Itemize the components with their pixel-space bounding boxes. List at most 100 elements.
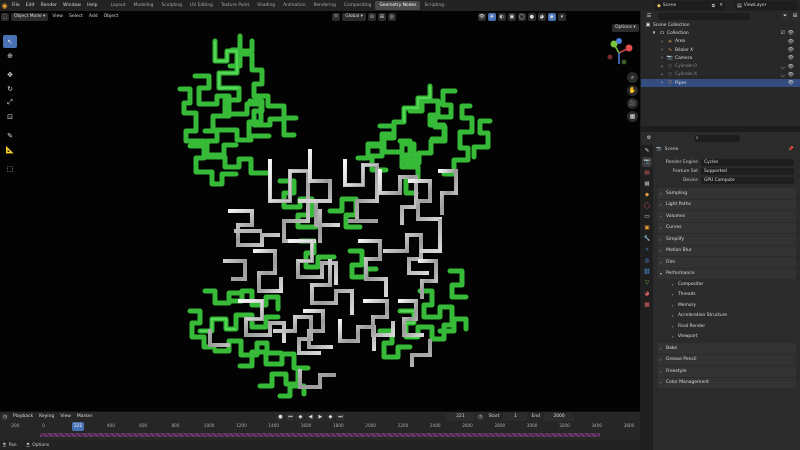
add-cube-tool-icon[interactable]: ⬚ <box>3 162 17 175</box>
modifier-tab-icon[interactable]: 🔧 <box>642 234 652 244</box>
tool-tab-icon[interactable]: ✎ <box>642 146 652 156</box>
measure-tool-icon[interactable]: 📐 <box>3 143 17 156</box>
camera-view-icon[interactable]: 🎥 <box>627 98 638 109</box>
properties-panel[interactable]: › Grease Pencil <box>657 354 796 365</box>
viewport-menu-select[interactable]: Select <box>66 14 86 19</box>
gizmo-toggle-icon[interactable]: ✥ <box>487 12 496 21</box>
properties-panel[interactable]: › Simplify <box>657 234 796 245</box>
properties-panel[interactable]: › Film <box>657 257 796 268</box>
outliner-item[interactable]: › ∿ Bézier X 👁 <box>641 46 800 54</box>
viewport-options-button[interactable]: Options ▾ <box>612 24 639 32</box>
menu-help[interactable]: Help <box>84 3 100 8</box>
performance-subpanel[interactable]: › Viewport <box>653 332 800 343</box>
object-tab-icon[interactable]: ▣ <box>642 223 652 233</box>
select-box-tool-icon[interactable]: ↖ <box>3 35 17 48</box>
pin-icon[interactable]: 📌 <box>788 147 794 152</box>
jump-start-icon[interactable]: ⏮ <box>286 412 295 421</box>
collection-tab-icon[interactable]: ▭ <box>642 212 652 222</box>
perspective-grid-icon[interactable]: ▦ <box>627 111 638 122</box>
workspace-tab-uv-editing[interactable]: UV Editing <box>186 1 217 10</box>
performance-subpanel[interactable]: › Compositor <box>653 279 800 290</box>
new-scene-icon[interactable]: ⧉ <box>712 3 715 9</box>
constraints-tab-icon[interactable]: ⛓ <box>642 267 652 277</box>
properties-panel[interactable]: ▾ Performance <box>657 268 796 279</box>
outliner-item[interactable]: › ▽ Pipes 👁 <box>641 79 800 88</box>
overlay-icon[interactable]: ◐ <box>497 12 506 21</box>
collection-eye-icon[interactable]: 👁 <box>788 30 794 36</box>
cursor-tool-icon[interactable]: ⊕ <box>3 49 17 62</box>
timeline-menu-marker[interactable]: Marker <box>74 414 96 419</box>
shading-solid-icon[interactable]: ● <box>527 12 536 21</box>
3d-viewport[interactable] <box>0 11 640 411</box>
properties-editor-type-icon[interactable]: ⚙ <box>645 134 653 142</box>
properties-search-input[interactable]: ⌕ <box>694 134 740 142</box>
blender-logo-icon[interactable]: ◉ <box>0 1 9 10</box>
workspace-tab-layout[interactable]: Layout <box>107 1 130 10</box>
transform-orientation[interactable]: Global ▾ <box>342 12 366 21</box>
snap-icon[interactable]: ⊞ <box>377 12 386 21</box>
workspace-tab-shading[interactable]: Shading <box>253 1 279 10</box>
properties-panel[interactable]: › Freestyle <box>657 366 796 377</box>
outliner-editor-type-icon[interactable]: ☰ <box>645 12 653 20</box>
eye-icon[interactable]: 👁 <box>788 72 794 78</box>
visibility-icon[interactable]: 👁 <box>477 12 486 21</box>
expand-item-icon[interactable]: › <box>659 64 665 70</box>
eye-icon[interactable]: 👁 <box>788 39 794 45</box>
output-tab-icon[interactable]: ▤ <box>642 168 652 178</box>
outliner-item[interactable]: › ☀ Area 👁 <box>641 38 800 46</box>
playhead[interactable]: 221 <box>71 422 85 431</box>
expand-item-icon[interactable]: › <box>659 72 665 78</box>
delete-scene-icon[interactable]: ✕ <box>719 3 723 8</box>
timeline-ruler[interactable]: -200020040060080010001200140016001800200… <box>0 423 640 432</box>
scene-tab-icon[interactable]: ◆ <box>642 190 652 200</box>
shading-material-icon[interactable]: ◕ <box>537 12 546 21</box>
workspace-tab-animation[interactable]: Animation <box>279 1 309 10</box>
device-dropdown[interactable]: GPU Compute <box>701 176 794 185</box>
performance-subpanel[interactable]: › Final Render <box>653 321 800 332</box>
workspace-tab-geometry-nodes[interactable]: Geometry Nodes <box>375 1 421 10</box>
editor-type-icon[interactable]: ⬚ <box>1 12 9 21</box>
feature-set-dropdown[interactable]: Supported <box>701 167 794 176</box>
orientation-icon[interactable]: ⤧ <box>332 12 341 21</box>
hide-in-viewport-icon[interactable]: ◡ <box>781 72 785 78</box>
hide-in-viewport-icon[interactable]: ◡ <box>781 64 785 70</box>
eye-icon[interactable]: 👁 <box>788 55 794 61</box>
eye-icon[interactable]: 👁 <box>788 80 794 86</box>
mode-selector[interactable]: Object Mode ▾ <box>11 12 49 21</box>
viewport-menu-add[interactable]: Add <box>86 14 101 19</box>
timeline-menu-keying[interactable]: Keying <box>36 414 57 419</box>
properties-panel[interactable]: › Motion Blur <box>657 245 796 256</box>
particles-tab-icon[interactable]: ✧ <box>642 245 652 255</box>
performance-subpanel[interactable]: › Threads <box>653 290 800 301</box>
expand-collection-icon[interactable]: ▾ <box>651 30 657 36</box>
properties-panel[interactable]: › Volumes <box>657 211 796 222</box>
view-layer-selector[interactable]: ▤ ViewLayer <box>735 1 797 10</box>
view-layer-tab-icon[interactable]: ▦ <box>642 179 652 189</box>
xray-icon[interactable]: ▣ <box>507 12 516 21</box>
filter-icon[interactable]: ⏷ <box>781 12 789 20</box>
menu-file[interactable]: File <box>9 3 23 8</box>
scale-tool-icon[interactable]: ⤢ <box>3 96 17 109</box>
eye-icon[interactable]: 👁 <box>788 47 794 53</box>
material-tab-icon[interactable]: ◕ <box>642 289 652 299</box>
timeline-menu-view[interactable]: View <box>57 414 74 419</box>
texture-tab-icon[interactable]: ▩ <box>642 300 652 310</box>
shading-wireframe-icon[interactable]: ◯ <box>517 12 526 21</box>
properties-panel[interactable]: › Sampling <box>657 188 796 199</box>
world-tab-icon[interactable]: ◯ <box>642 201 652 211</box>
outliner-item[interactable]: › ▽ Cylinder.0 ◡ 👁 <box>641 62 800 70</box>
prev-key-icon[interactable]: ◆ <box>296 412 305 421</box>
shading-options-icon[interactable]: ▾ <box>557 12 566 21</box>
jump-end-icon[interactable]: ⏭ <box>336 412 345 421</box>
workspace-tab-modeling[interactable]: Modeling <box>130 1 158 10</box>
workspace-tab-texture-paint[interactable]: Texture Paint <box>217 1 253 10</box>
viewport-menu-object[interactable]: Object <box>101 14 122 19</box>
viewport-menu-view[interactable]: View <box>49 14 66 19</box>
outliner-item[interactable]: › 📷 Camera 👁 <box>641 54 800 62</box>
expand-item-icon[interactable]: › <box>659 55 665 61</box>
move-tool-icon[interactable]: ✥ <box>3 68 17 81</box>
render-tab-icon[interactable]: 📷 <box>642 157 652 167</box>
annotate-tool-icon[interactable]: ✎ <box>3 129 17 142</box>
menu-window[interactable]: Window <box>60 3 84 8</box>
scene-selector[interactable]: ◆ Scene ⧉ ✕ <box>655 1 725 10</box>
